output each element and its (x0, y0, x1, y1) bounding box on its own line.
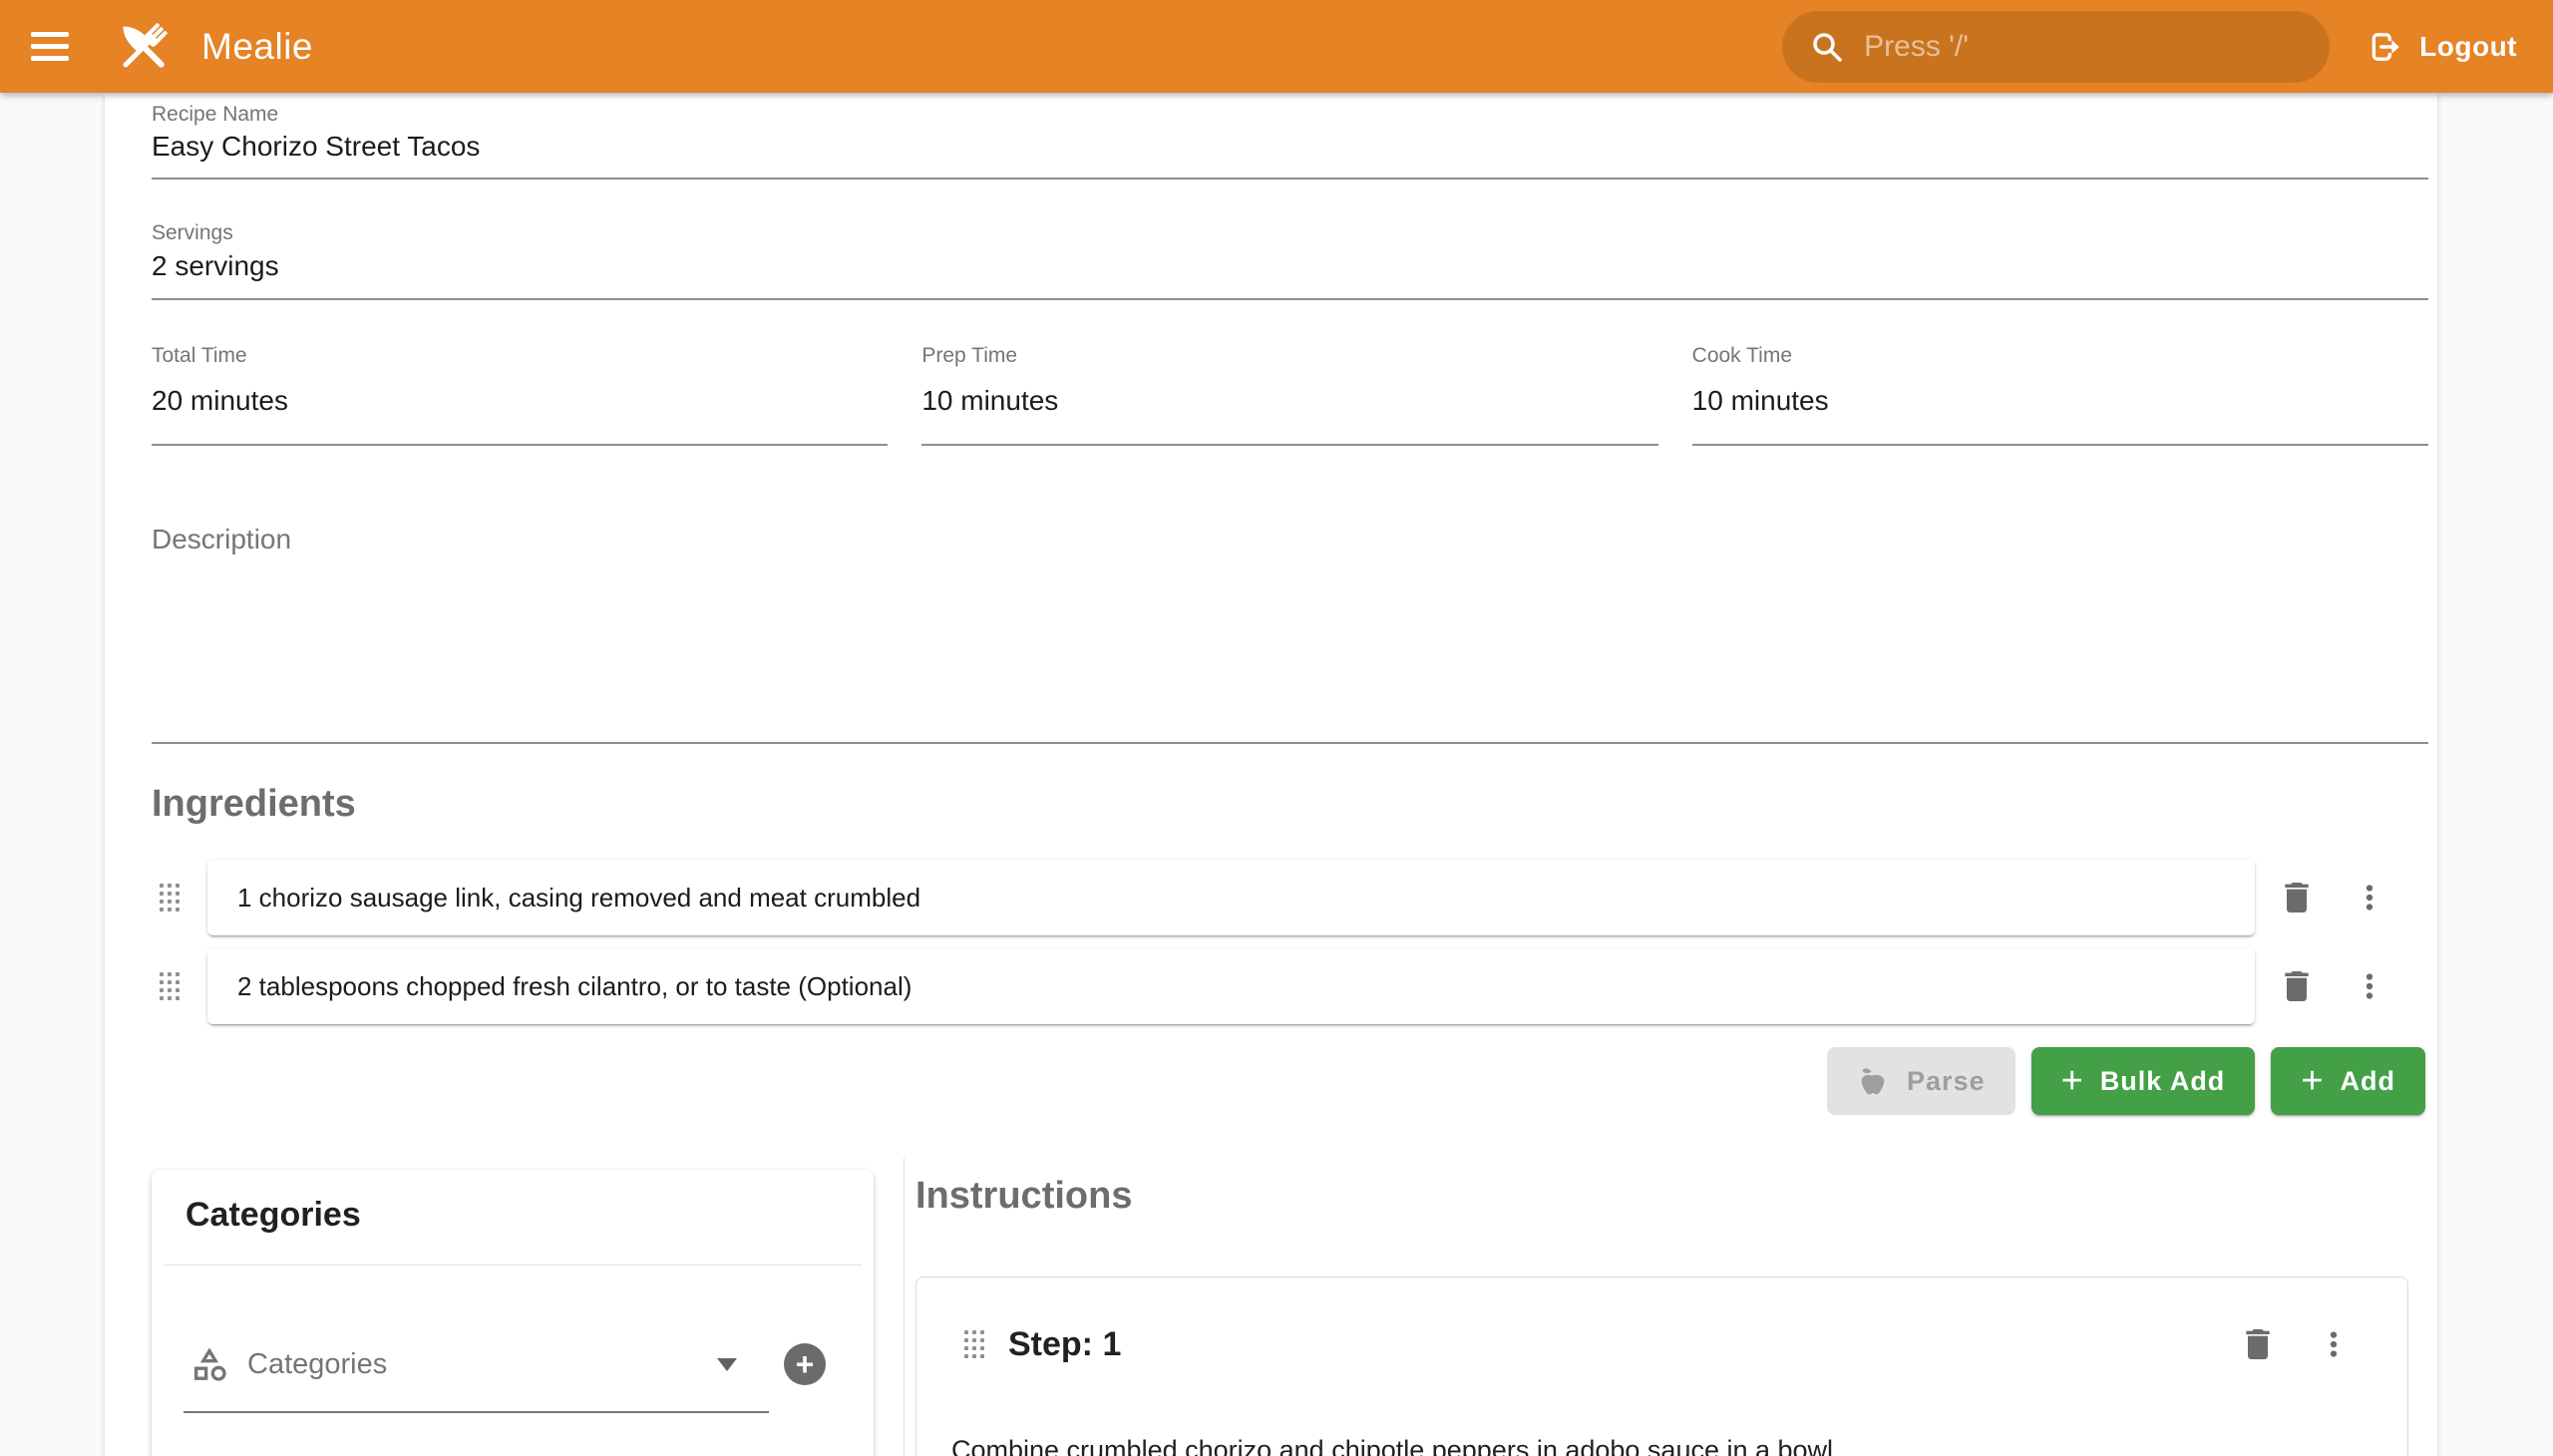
parse-label: Parse (1907, 1066, 1986, 1097)
drag-handle-icon[interactable] (160, 972, 180, 1000)
prep-time-label: Prep Time (921, 344, 1657, 368)
categories-select-label: Categories (247, 1348, 717, 1381)
step-header: Step: 1 (964, 1322, 2358, 1366)
delete-ingredient-button[interactable] (2273, 874, 2320, 921)
delete-ingredient-button[interactable] (2273, 962, 2320, 1010)
search-box[interactable] (1782, 11, 2330, 83)
categories-card-title: Categories (185, 1196, 361, 1235)
ingredient-row: 2 tablespoons chopped fresh cilantro, or… (160, 947, 2393, 1025)
mealie-recipe-editor: Mealie Logout Recipe Name Easy Chorizo S… (0, 0, 2553, 1456)
add-label: Add (2341, 1066, 2395, 1097)
search-icon (1810, 30, 1844, 64)
search-input[interactable] (1862, 29, 2306, 65)
instructions-heading: Instructions (915, 1175, 1132, 1218)
servings-label: Servings (152, 221, 233, 245)
kebab-icon (2351, 879, 2388, 916)
kebab-icon (2315, 1325, 2353, 1363)
bulk-add-button[interactable]: + Bulk Add (2031, 1047, 2256, 1115)
drag-handle-icon[interactable] (964, 1330, 984, 1358)
ingredient-row: 1 chorizo sausage link, casing removed a… (160, 859, 2393, 936)
step-menu-button[interactable] (2310, 1320, 2358, 1368)
description-underline (152, 742, 2428, 744)
prep-time-underline (921, 444, 1657, 446)
recipe-name-underline (152, 178, 2428, 180)
trash-icon (2277, 878, 2317, 917)
mealie-logo-icon (112, 15, 176, 79)
recipe-form-card: Recipe Name Easy Chorizo Street Tacos Se… (105, 93, 2437, 1456)
description-label: Description (152, 524, 291, 555)
kebab-icon (2351, 967, 2388, 1005)
total-time-field[interactable]: 20 minutes (152, 385, 888, 417)
logout-button[interactable]: Logout (2358, 11, 2527, 83)
shapes-icon (189, 1344, 229, 1384)
delete-step-button[interactable] (2234, 1320, 2282, 1368)
servings-field[interactable]: 2 servings (152, 250, 279, 282)
recipe-name-label: Recipe Name (152, 103, 278, 127)
servings-underline (152, 298, 2428, 300)
caret-down-icon (717, 1358, 737, 1371)
app-title[interactable]: Mealie (201, 26, 313, 68)
description-textarea[interactable] (152, 561, 2428, 741)
divider (164, 1265, 862, 1266)
hamburger-menu-icon[interactable] (22, 19, 78, 75)
cook-time-underline (1692, 444, 2428, 446)
parse-button[interactable]: Parse (1827, 1047, 2015, 1115)
apple-icon (1857, 1065, 1889, 1097)
categories-select[interactable]: Categories (189, 1329, 743, 1399)
drag-handle-icon[interactable] (160, 884, 180, 911)
trash-icon (2238, 1324, 2278, 1364)
instruction-step-card: Step: 1 Combine crumbled chorizo and chi… (915, 1276, 2408, 1456)
app-bar: Mealie Logout (0, 0, 2553, 93)
step-text-input[interactable]: Combine crumbled chorizo and chipotle pe… (951, 1435, 2368, 1456)
prep-time-field[interactable]: 10 minutes (921, 385, 1657, 417)
ingredient-menu-button[interactable] (2347, 962, 2393, 1010)
categories-card: Categories Categories + (152, 1170, 874, 1456)
trash-icon (2277, 966, 2317, 1006)
total-time-label: Total Time (152, 344, 888, 368)
bulk-add-label: Bulk Add (2100, 1066, 2226, 1097)
times-row: Total Time 20 minutes Prep Time 10 minut… (152, 344, 2428, 446)
recipe-name-field[interactable]: Easy Chorizo Street Tacos (152, 131, 480, 163)
logout-label: Logout (2419, 31, 2517, 63)
add-category-button[interactable]: + (784, 1343, 826, 1385)
total-time-underline (152, 444, 888, 446)
ingredient-input[interactable]: 1 chorizo sausage link, casing removed a… (207, 860, 2255, 935)
categories-select-underline (183, 1411, 769, 1413)
ingredient-actions: Parse + Bulk Add + Add (105, 1047, 2425, 1115)
add-ingredient-button[interactable]: + Add (2271, 1047, 2425, 1115)
cook-time-field[interactable]: 10 minutes (1692, 385, 2428, 417)
ingredients-heading: Ingredients (152, 783, 356, 826)
column-divider (904, 1158, 905, 1456)
ingredient-input[interactable]: 2 tablespoons chopped fresh cilantro, or… (207, 948, 2255, 1024)
step-title: Step: 1 (1008, 1325, 1121, 1364)
logout-icon (2368, 29, 2403, 65)
ingredient-menu-button[interactable] (2347, 874, 2393, 921)
cook-time-label: Cook Time (1692, 344, 2428, 368)
